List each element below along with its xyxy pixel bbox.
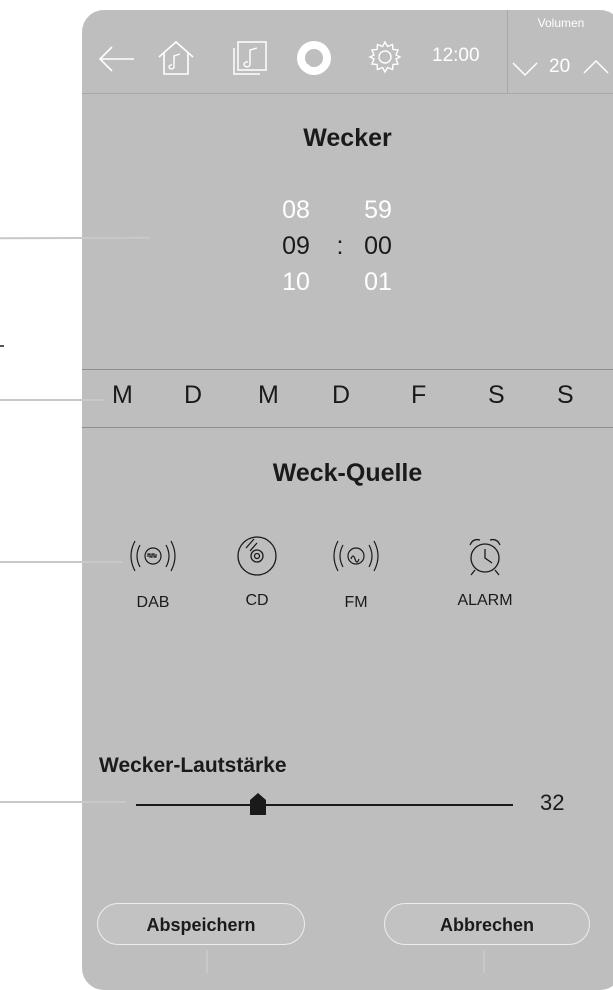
- source-label-fm: FM: [344, 594, 368, 611]
- source-label-dab: DAB: [136, 594, 170, 611]
- source-label-cd: CD: [245, 592, 269, 609]
- volume-up-chevron-icon[interactable]: [582, 58, 610, 76]
- save-button[interactable]: Abspeichern: [97, 903, 305, 945]
- music-library-icon[interactable]: [232, 40, 268, 76]
- volume-control: Volumen 20: [507, 10, 613, 94]
- clock-time: 12:00: [432, 45, 480, 66]
- alarm-title: Wecker: [303, 124, 392, 152]
- weekdays-top-divider: [82, 369, 613, 370]
- callout-line-source: [0, 561, 122, 563]
- volume-down-chevron-icon[interactable]: [511, 60, 539, 78]
- fm-radio-icon: [333, 540, 379, 572]
- callout-line-volume: [0, 801, 126, 803]
- callout-line-save: [206, 950, 208, 973]
- alarm-volume-value: 32: [540, 790, 565, 815]
- cd-icon: [237, 536, 277, 576]
- source-fm[interactable]: FM: [311, 536, 401, 611]
- device-screen: [82, 10, 613, 990]
- home-music-icon[interactable]: [156, 39, 196, 77]
- weekday-wednesday[interactable]: M: [258, 381, 279, 410]
- minute-next[interactable]: 01: [348, 268, 408, 297]
- cancel-button[interactable]: Abbrechen: [384, 903, 590, 945]
- callout-tick: [0, 345, 4, 347]
- weekday-thursday[interactable]: D: [332, 381, 350, 410]
- minute-prev[interactable]: 59: [348, 196, 408, 225]
- settings-gear-icon[interactable]: [367, 39, 403, 75]
- back-arrow-icon[interactable]: [96, 44, 136, 74]
- weekday-monday[interactable]: M: [112, 381, 133, 410]
- weekday-sunday[interactable]: S: [557, 381, 574, 410]
- weekday-saturday[interactable]: S: [488, 381, 505, 410]
- source-dab[interactable]: DAB: [108, 536, 198, 611]
- minute-current[interactable]: 00: [348, 232, 408, 261]
- alarm-volume-slider-track[interactable]: [136, 804, 513, 806]
- alarm-volume-slider-handle[interactable]: [250, 793, 266, 815]
- source-cd[interactable]: CD: [212, 534, 302, 609]
- hour-next[interactable]: 10: [266, 268, 326, 297]
- callout-line-cancel: [483, 950, 485, 973]
- alarm-volume-title: Wecker-Lautstärke: [99, 754, 287, 777]
- weekday-friday[interactable]: F: [411, 381, 426, 410]
- source-alarm[interactable]: ALARM: [440, 534, 530, 609]
- alexa-icon[interactable]: [295, 39, 333, 77]
- volume-value: 20: [549, 56, 571, 77]
- weekdays-bottom-divider: [82, 427, 613, 428]
- source-title: Weck-Quelle: [272, 459, 423, 487]
- weekday-tuesday[interactable]: D: [184, 381, 202, 410]
- volume-label: Volumen: [537, 16, 585, 30]
- callout-line-weekdays: [0, 399, 105, 401]
- source-label-alarm: ALARM: [457, 592, 513, 609]
- alarm-clock-icon: [469, 538, 501, 576]
- hour-prev[interactable]: 08: [266, 196, 326, 225]
- dab-radio-icon: [130, 540, 176, 572]
